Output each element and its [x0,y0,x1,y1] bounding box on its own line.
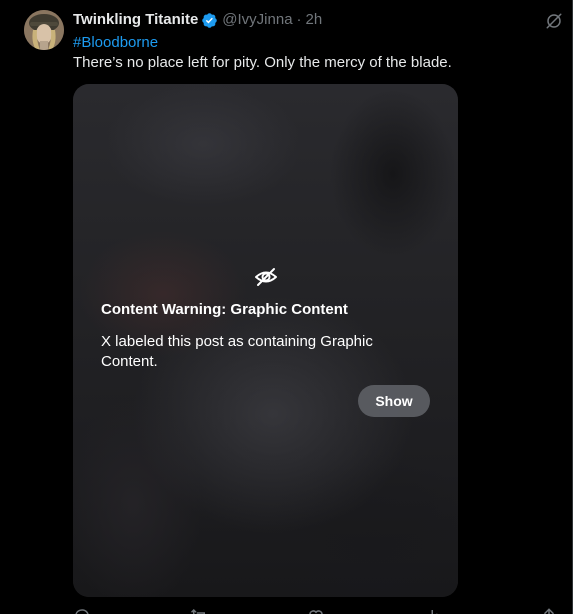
separator-dot: · [296,11,302,28]
reply-icon[interactable] [73,607,91,614]
post-text: There’s no place left for pity. Only the… [73,54,452,71]
repost-icon[interactable] [190,607,208,614]
warning-title: Content Warning: Graphic Content [101,301,348,318]
action-bar [73,607,558,614]
post-page: Twinkling Titanite @IvyJinna · 2h #Blood… [0,0,573,614]
warning-description: X labeled this post as containing Graphi… [101,333,373,370]
author-handle[interactable]: @IvyJinna [222,10,292,30]
eye-off-icon [254,265,278,289]
avatar[interactable] [24,10,64,50]
author-display-name[interactable]: Twinkling Titanite [73,10,198,30]
share-icon[interactable] [540,607,558,614]
post-header: Twinkling Titanite @IvyJinna · 2h [73,10,322,30]
show-button[interactable]: Show [358,385,430,417]
verified-badge-icon[interactable] [201,12,218,29]
post-time[interactable]: 2h [306,10,323,30]
avatar-image [24,10,64,50]
views-icon[interactable] [424,607,442,614]
hashtag-link[interactable]: #Bloodborne [73,33,158,53]
grok-icon[interactable] [545,12,563,30]
media-warning-card[interactable]: Content Warning: Graphic Content X label… [73,84,458,597]
like-icon[interactable] [307,607,325,614]
